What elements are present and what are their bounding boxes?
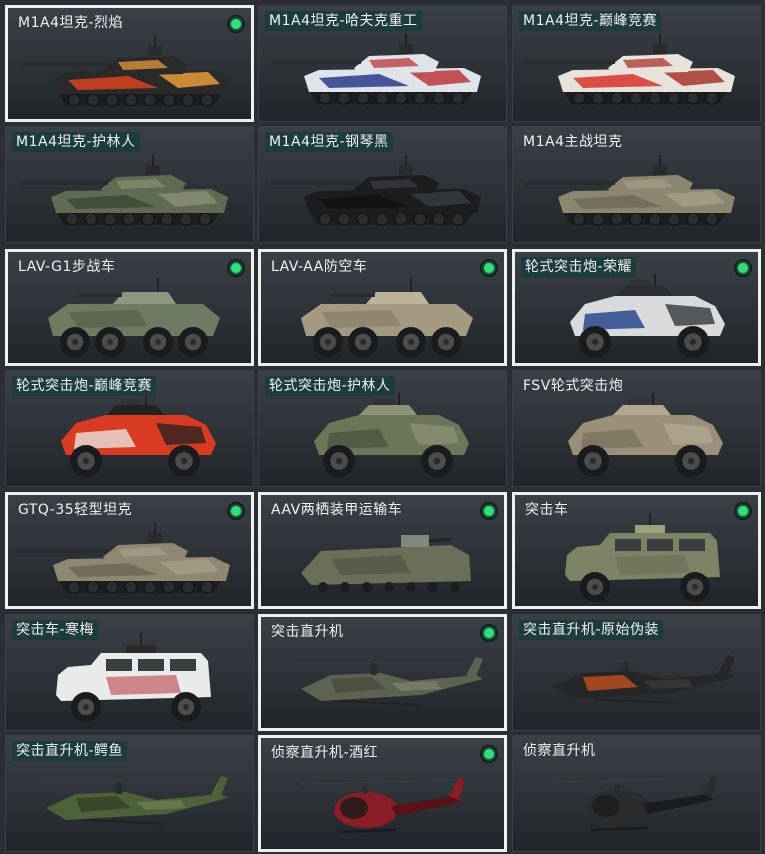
vehicle-name: M1A4坦克-护林人 <box>12 132 140 152</box>
equipped-status-icon <box>480 259 498 277</box>
equipped-status-icon <box>227 15 245 33</box>
vehicle-name: 突击直升机-鳄鱼 <box>12 741 128 761</box>
vehicle-card[interactable]: 轮式突击炮-护林人 <box>258 370 507 487</box>
vehicle-card[interactable]: 轮式突击炮-巅峰竞赛 <box>5 370 254 487</box>
vehicle-card[interactable]: M1A4坦克-钢琴黑 <box>258 126 507 243</box>
vehicle-name: M1A4主战坦克 <box>523 134 623 150</box>
vehicle-name: 侦察直升机-酒红 <box>271 745 379 761</box>
vehicle-card[interactable]: LAV-G1步战车 <box>5 249 254 366</box>
vehicle-card[interactable]: M1A4坦克-哈夫克重工 <box>258 5 507 122</box>
equipped-status-icon <box>480 502 498 520</box>
vehicle-card[interactable]: AAV两栖装甲运输车 <box>258 492 507 609</box>
vehicle-card[interactable]: 突击车 <box>512 492 761 609</box>
vehicle-card[interactable]: M1A4坦克-巅峰竞赛 <box>512 5 761 122</box>
vehicle-card[interactable]: LAV-AA防空车 <box>258 249 507 366</box>
vehicle-name: 轮式突击炮-护林人 <box>265 376 395 396</box>
vehicle-name: 突击直升机-原始伪装 <box>519 620 664 640</box>
vehicle-card[interactable]: M1A4坦克-烈焰 <box>5 5 254 122</box>
vehicle-name: M1A4坦克-钢琴黑 <box>265 132 393 152</box>
vehicle-name: GTQ-35轻型坦克 <box>18 502 133 518</box>
equipped-status-icon <box>480 745 498 763</box>
vehicle-name: M1A4坦克-烈焰 <box>18 15 124 31</box>
vehicle-name: 突击车 <box>525 502 569 518</box>
equipped-status-icon <box>734 259 752 277</box>
vehicle-card[interactable]: 突击直升机 <box>258 614 507 731</box>
vehicle-name: FSV轮式突击炮 <box>523 378 624 394</box>
vehicle-skin-grid: M1A4坦克-烈焰 M1A4坦克-哈夫克重工 M1A4坦克-巅峰竞赛 M1A4坦克-护… <box>0 0 765 854</box>
vehicle-card[interactable]: M1A4主战坦克 <box>512 126 761 243</box>
vehicle-name: LAV-AA防空车 <box>271 259 368 275</box>
vehicle-name: 突击车-寒梅 <box>12 620 99 640</box>
vehicle-card[interactable]: 侦察直升机-酒红 <box>258 735 507 852</box>
vehicle-card[interactable]: 突击车-寒梅 <box>5 614 254 731</box>
equipped-status-icon <box>227 259 245 277</box>
vehicle-name: 轮式突击炮-巅峰竞赛 <box>12 376 157 396</box>
vehicle-card[interactable]: 轮式突击炮-荣耀 <box>512 249 761 366</box>
vehicle-name: M1A4坦克-巅峰竞赛 <box>519 11 662 31</box>
vehicle-card[interactable]: M1A4坦克-护林人 <box>5 126 254 243</box>
equipped-status-icon <box>227 502 245 520</box>
equipped-status-icon <box>734 502 752 520</box>
vehicle-name: AAV两栖装甲运输车 <box>271 502 403 518</box>
vehicle-card[interactable]: GTQ-35轻型坦克 <box>5 492 254 609</box>
vehicle-name: M1A4坦克-哈夫克重工 <box>265 11 422 31</box>
vehicle-name: 侦察直升机 <box>523 743 596 759</box>
vehicle-card[interactable]: 突击直升机-原始伪装 <box>512 614 761 731</box>
vehicle-card[interactable]: 侦察直升机 <box>512 735 761 852</box>
equipped-status-icon <box>480 624 498 642</box>
vehicle-name: LAV-G1步战车 <box>18 259 116 275</box>
vehicle-card[interactable]: FSV轮式突击炮 <box>512 370 761 487</box>
vehicle-card[interactable]: 突击直升机-鳄鱼 <box>5 735 254 852</box>
vehicle-name: 轮式突击炮-荣耀 <box>521 257 637 277</box>
vehicle-name: 突击直升机 <box>271 624 344 640</box>
